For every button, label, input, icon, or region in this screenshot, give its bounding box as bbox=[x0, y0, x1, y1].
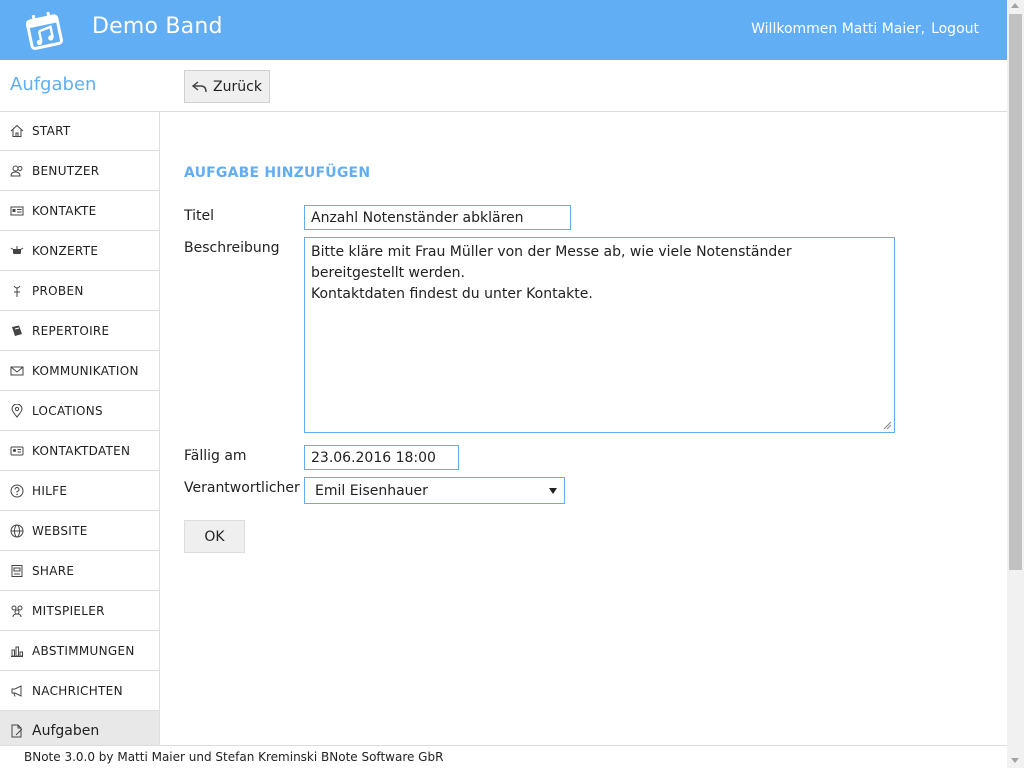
sidebar-item-kontaktdaten[interactable]: KONTAKTDATEN bbox=[0, 431, 159, 471]
back-button-label: Zurück bbox=[213, 78, 262, 95]
location-pin-icon bbox=[11, 403, 23, 418]
contact-card-icon bbox=[10, 206, 24, 215]
sidebar-item-start[interactable]: START bbox=[0, 111, 159, 151]
vertical-scrollbar[interactable] bbox=[1007, 0, 1024, 768]
megaphone-icon bbox=[11, 684, 22, 697]
globe-icon bbox=[10, 524, 24, 537]
sidebar-item-aufgaben[interactable]: Aufgaben bbox=[0, 711, 159, 745]
sidebar-item-label: KONTAKTDATEN bbox=[32, 443, 131, 458]
sidebar-item-label: BENUTZER bbox=[32, 163, 100, 178]
sidebar-item-label: START bbox=[32, 123, 71, 138]
scroll-down-arrow-icon[interactable] bbox=[1011, 758, 1019, 763]
contact-data-icon bbox=[10, 446, 24, 455]
dropdown-arrow-icon bbox=[549, 488, 557, 494]
sidebar-item-abstimmungen[interactable]: ABSTIMMUNGEN bbox=[0, 631, 159, 671]
welcome-area: Willkommen Matti Maier, Logout bbox=[751, 21, 979, 37]
book-icon bbox=[12, 325, 22, 336]
footer-text: BNote 3.0.0 by Matti Maier und Stefan Kr… bbox=[24, 750, 444, 764]
responsible-select[interactable]: Emil Eisenhauer bbox=[304, 477, 565, 504]
resize-grip-icon[interactable] bbox=[882, 420, 892, 430]
document-edit-icon bbox=[11, 724, 23, 738]
share-icon bbox=[11, 564, 23, 577]
module-title: Aufgaben bbox=[10, 74, 97, 95]
home-icon bbox=[10, 124, 24, 137]
responsible-selected-value: Emil Eisenhauer bbox=[315, 482, 428, 499]
rehearsal-icon bbox=[13, 285, 21, 297]
sidebar-item-label: WEBSITE bbox=[32, 523, 88, 538]
sidebar-item-label: SHARE bbox=[32, 563, 75, 578]
sidebar-item-label: REPERTOIRE bbox=[32, 323, 110, 338]
bar-chart-icon bbox=[11, 646, 23, 657]
top-header: Demo Band Willkommen Matti Maier, Logout bbox=[0, 0, 1007, 60]
calendar-music-logo-icon bbox=[25, 11, 63, 50]
sidebar-item-label: MITSPIELER bbox=[32, 603, 105, 618]
sidebar-item-hilfe[interactable]: HILFE bbox=[0, 471, 159, 511]
sidebar-item-nachrichten[interactable]: NACHRICHTEN bbox=[0, 671, 159, 711]
due-date-label: Fällig am bbox=[184, 448, 247, 464]
welcome-text: Willkommen Matti Maier, bbox=[751, 21, 926, 37]
sidebar-item-label: KONZERTE bbox=[32, 243, 99, 258]
concert-icon bbox=[10, 245, 24, 254]
scroll-up-arrow-icon[interactable] bbox=[1011, 3, 1019, 8]
sidebar-item-website[interactable]: WEBSITE bbox=[0, 511, 159, 551]
group-icon bbox=[11, 605, 23, 617]
back-arrow-icon bbox=[192, 80, 207, 92]
sidebar-item-label: Aufgaben bbox=[32, 723, 100, 739]
responsible-label: Verantwortlicher bbox=[184, 480, 300, 496]
description-label: Beschreibung bbox=[184, 240, 280, 256]
sidebar-item-kommunikation[interactable]: KOMMUNIKATION bbox=[0, 351, 159, 391]
title-input[interactable] bbox=[304, 205, 571, 230]
sidebar-item-benutzer[interactable]: BENUTZER bbox=[0, 151, 159, 191]
back-button[interactable]: Zurück bbox=[184, 70, 270, 103]
sidebar-item-label: LOCATIONS bbox=[32, 403, 103, 418]
sidebar-item-konzerte[interactable]: KONZERTE bbox=[0, 231, 159, 271]
footer: BNote 3.0.0 by Matti Maier und Stefan Kr… bbox=[0, 745, 1007, 768]
sidebar-item-label: KONTAKTE bbox=[32, 203, 97, 218]
sidebar-item-share[interactable]: SHARE bbox=[0, 551, 159, 591]
due-date-input[interactable] bbox=[304, 445, 459, 470]
sidebar-item-repertoire[interactable]: REPERTOIRE bbox=[0, 311, 159, 351]
sidebar-item-label: HILFE bbox=[32, 483, 68, 498]
sidebar-item-label: NACHRICHTEN bbox=[32, 683, 123, 698]
app-title: Demo Band bbox=[92, 14, 223, 39]
sidebar-item-kontakte[interactable]: KONTAKTE bbox=[0, 191, 159, 231]
sidebar-item-mitspieler[interactable]: MITSPIELER bbox=[0, 591, 159, 631]
sidebar-item-label: KOMMUNIKATION bbox=[32, 363, 139, 378]
sidebar-item-label: ABSTIMMUNGEN bbox=[32, 643, 135, 658]
sidebar-nav: START BENUTZER KONTAKTE KONZERTE PROBEN … bbox=[0, 111, 160, 745]
title-label: Titel bbox=[184, 208, 215, 224]
sidebar-item-locations[interactable]: LOCATIONS bbox=[0, 391, 159, 431]
user-icon bbox=[10, 165, 23, 176]
sidebar-item-label: PROBEN bbox=[32, 283, 84, 298]
scrollbar-thumb[interactable] bbox=[1009, 14, 1022, 570]
ok-button[interactable]: OK bbox=[184, 520, 245, 553]
sidebar-item-proben[interactable]: PROBEN bbox=[0, 271, 159, 311]
form-heading: AUFGABE HINZUFÜGEN bbox=[184, 165, 371, 181]
help-icon bbox=[10, 484, 24, 497]
logout-link[interactable]: Logout bbox=[931, 21, 979, 37]
description-textarea[interactable]: Bitte kläre mit Frau Müller von der Mess… bbox=[304, 237, 895, 433]
mail-icon bbox=[10, 366, 24, 375]
